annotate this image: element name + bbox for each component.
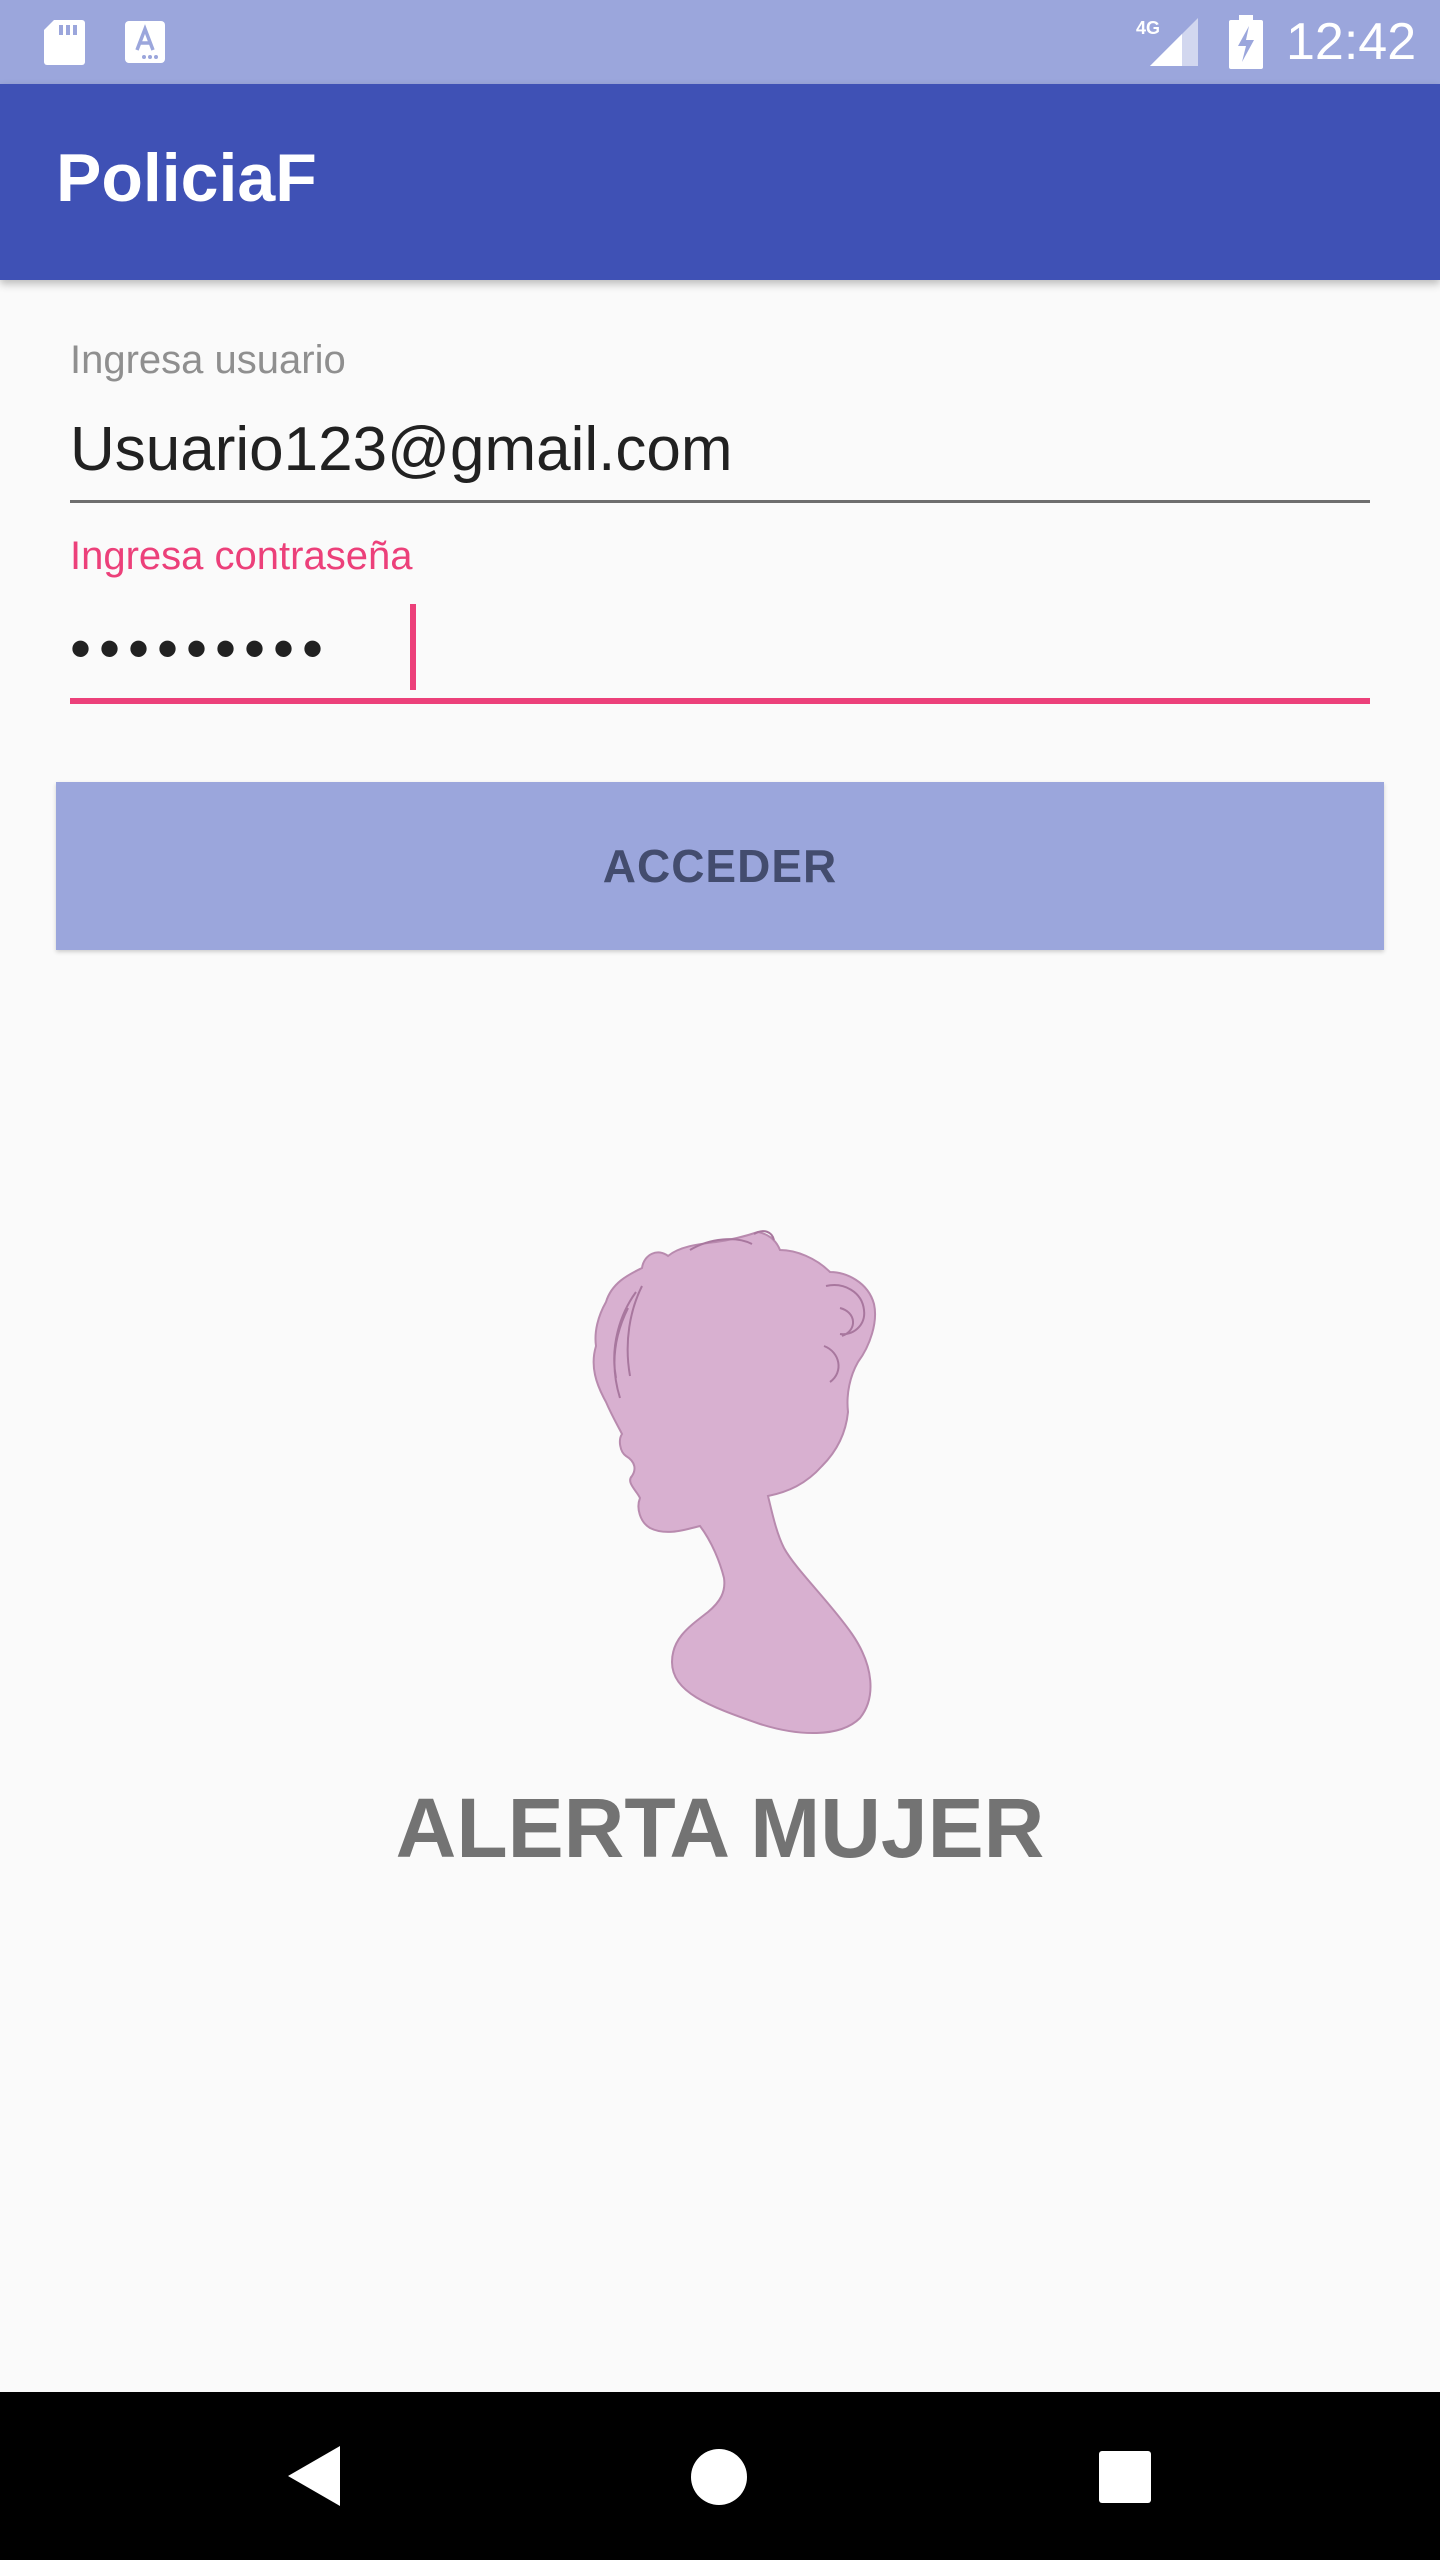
username-label: Ingresa usuario	[70, 338, 346, 382]
logo-title: ALERTA MUJER	[395, 1781, 1045, 1875]
sd-card-icon	[44, 20, 85, 65]
home-icon[interactable]	[690, 2448, 748, 2506]
woman-silhouette-icon	[592, 1230, 876, 1735]
status-bar: 4G 12:42	[0, 0, 1440, 84]
text-cursor	[410, 604, 416, 690]
username-underline	[70, 500, 1370, 503]
recent-apps-icon[interactable]	[1098, 2450, 1152, 2504]
svg-text:4G: 4G	[1136, 18, 1160, 38]
app-bar: PoliciaF	[0, 84, 1440, 280]
signal-4g-icon: 4G	[1136, 18, 1198, 66]
password-label: Ingresa contraseña	[70, 534, 413, 578]
app-title: PoliciaF	[56, 140, 317, 216]
battery-charging-icon	[1229, 15, 1263, 69]
acceder-button[interactable]: ACCEDER	[56, 782, 1384, 950]
password-input[interactable]	[70, 606, 1370, 692]
status-time: 12:42	[1286, 13, 1417, 71]
text-a-icon	[125, 21, 165, 63]
username-input[interactable]	[70, 410, 1370, 490]
back-icon[interactable]	[286, 2444, 342, 2508]
password-underline	[70, 698, 1370, 704]
